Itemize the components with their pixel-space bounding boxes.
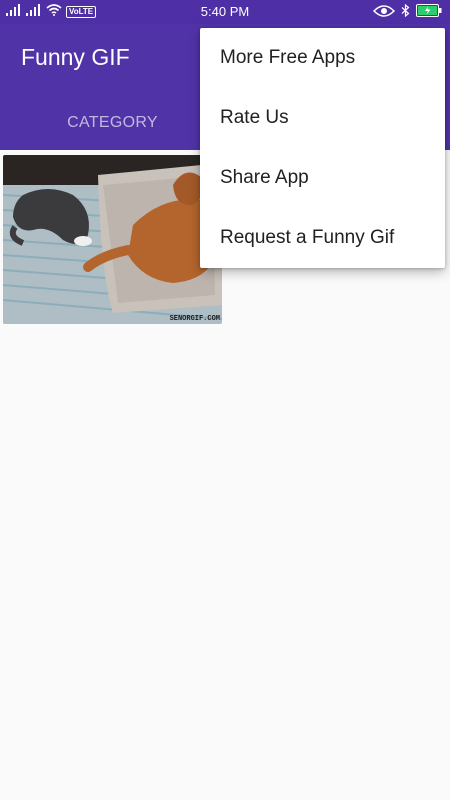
status-right-icons: [372, 3, 442, 20]
battery-icon: [416, 4, 442, 20]
tab-category[interactable]: CATEGORY: [0, 114, 225, 132]
gif-thumbnail[interactable]: SENORGIF.COM: [3, 155, 222, 324]
gif-watermark: SENORGIF.COM: [169, 315, 220, 323]
eye-icon: [372, 4, 396, 20]
menu-item-request-gif[interactable]: Request a Funny Gif: [200, 208, 445, 268]
overflow-menu: More Free Apps Rate Us Share App Request…: [200, 28, 445, 268]
bluetooth-icon: [401, 3, 410, 20]
menu-item-share-app[interactable]: Share App: [200, 148, 445, 208]
menu-item-rate-us[interactable]: Rate Us: [200, 88, 445, 148]
cats-gif-image: [3, 155, 222, 324]
status-bar: VoLTE 5:40 PM: [0, 0, 450, 24]
menu-item-more-free-apps[interactable]: More Free Apps: [200, 28, 445, 88]
app-title: Funny GIF: [21, 44, 130, 70]
